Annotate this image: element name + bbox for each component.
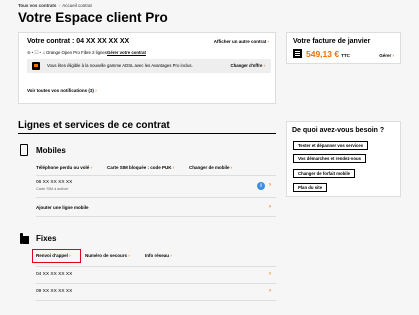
network-info-label: Info réseau: [145, 253, 170, 258]
row-divider: [36, 300, 276, 301]
change-offer-link[interactable]: Changer d'offre ›: [231, 63, 265, 68]
chevron-right-icon: ›: [269, 204, 271, 210]
call-forwarding-highlight: [32, 249, 81, 263]
chevron-right-icon: ›: [172, 165, 175, 170]
help-title: De quoi avez-vous besoin ?: [292, 127, 385, 134]
contract-card: Votre contrat : 04 XX XX XX XX Afficher …: [18, 32, 276, 104]
invoice-amount: 549,13 € TTC: [306, 49, 350, 59]
breadcrumb: Tous vos contrats › Accueil contrat: [18, 3, 92, 8]
network-info-action[interactable]: Info réseau ›: [145, 253, 172, 258]
chevron-right-icon: ›: [269, 182, 271, 188]
change-offer-label: Changer d'offre: [230, 63, 263, 68]
row-divider: [36, 216, 276, 217]
chevron-right-icon: ›: [95, 88, 97, 93]
breadcrumb-current: Accueil contrat: [62, 3, 92, 8]
contract-title: Votre contrat : 04 XX XX XX XX: [27, 38, 130, 45]
appointments-button[interactable]: Vos démarches et rendez-vous: [293, 154, 366, 163]
breadcrumb-separator: ›: [58, 3, 61, 8]
notification-icon: [32, 62, 40, 70]
change-plan-button[interactable]: Changer de forfait mobile: [293, 169, 356, 178]
section-divider: [18, 133, 276, 134]
all-notifications-label: Voir toutes vos notifications (3): [27, 88, 94, 93]
section-title: Lignes et services de ce contrat: [18, 120, 170, 131]
chevron-right-icon: ›: [128, 253, 130, 258]
add-mobile-line-label: Ajouter une ligne mobile: [36, 205, 89, 210]
notification-text: Vous êtes éligible à la nouvelle gamme A…: [47, 63, 193, 68]
contract-services-icons: ⊕ • ☐ • ♫: [27, 50, 46, 55]
row-divider: [36, 266, 276, 267]
sim-puk-label: Carte SIM bloquée : code PUK: [107, 165, 172, 170]
troubleshoot-button[interactable]: Tester et dépanner vos services: [293, 141, 369, 150]
invoice-amount-value: 549,13 €: [306, 49, 340, 59]
mobile-phone-icon: [20, 144, 28, 156]
emergency-number-action[interactable]: Numéro de secours ›: [85, 253, 130, 258]
chevron-right-icon: ›: [263, 63, 265, 68]
lost-phone-action[interactable]: Téléphone perdu ou volé ›: [36, 165, 92, 170]
manage-contract-link[interactable]: Gérer votre contrat: [107, 50, 146, 55]
other-contract-label: Afficher un autre contrat: [213, 39, 267, 44]
invoice-manage-link[interactable]: Gérer ›: [379, 53, 394, 58]
breadcrumb-home-link[interactable]: Tous vos contrats: [18, 3, 56, 8]
mobile-line-status: Carte SIM à activer: [36, 187, 69, 191]
landline-phone-icon: [20, 233, 29, 244]
landline-number: 09 XX XX XX XX: [36, 289, 73, 294]
other-contract-link[interactable]: Afficher un autre contrat ›: [214, 39, 269, 44]
change-mobile-action[interactable]: Changer de mobile ›: [189, 165, 232, 170]
change-mobile-label: Changer de mobile: [189, 165, 230, 170]
chevron-right-icon: ›: [90, 165, 93, 170]
invoice-card: Votre facture de janvier 549,13 € TTC Gér…: [286, 32, 401, 64]
notification-banner: Vous êtes éligible à la nouvelle gamme A…: [27, 59, 271, 73]
row-divider: [36, 175, 276, 176]
sitemap-button[interactable]: Plan du site: [293, 183, 328, 192]
invoice-title: Votre facture de janvier: [293, 38, 371, 45]
add-mobile-line-link[interactable]: Ajouter une ligne mobile: [36, 205, 89, 210]
chevron-right-icon: ›: [230, 165, 233, 170]
chevron-right-icon: ›: [267, 39, 270, 44]
row-divider: [36, 197, 276, 198]
lost-phone-label: Téléphone perdu ou volé: [36, 165, 90, 170]
sim-puk-action[interactable]: Carte SIM bloquée : code PUK ›: [107, 165, 174, 170]
invoice-ttc: TTC: [341, 53, 350, 58]
all-notifications-link[interactable]: Voir toutes vos notifications (3) ›: [27, 88, 97, 93]
invoice-icon: [293, 49, 302, 58]
chevron-right-icon: ›: [269, 288, 271, 294]
row-divider: [36, 283, 276, 284]
emergency-number-label: Numéro de secours: [85, 253, 128, 258]
info-icon[interactable]: i: [257, 182, 265, 190]
landline-number: 04 XX XX XX XX: [36, 272, 73, 277]
chevron-right-icon: ›: [392, 53, 395, 58]
mobile-line-number: 06 XX XX XX XX: [36, 180, 73, 185]
mobiles-title: Mobiles: [36, 146, 66, 155]
help-card: De quoi avez-vous besoin ? Tester et dép…: [286, 121, 401, 197]
page-title: Votre Espace client Pro: [18, 10, 168, 25]
fixes-title: Fixes: [36, 234, 57, 243]
chevron-right-icon: ›: [269, 271, 271, 277]
invoice-manage-label: Gérer: [379, 53, 392, 58]
contract-offer: Orange Open Pro Fibre 2 lignes: [46, 50, 107, 55]
chevron-right-icon: ›: [170, 253, 172, 258]
